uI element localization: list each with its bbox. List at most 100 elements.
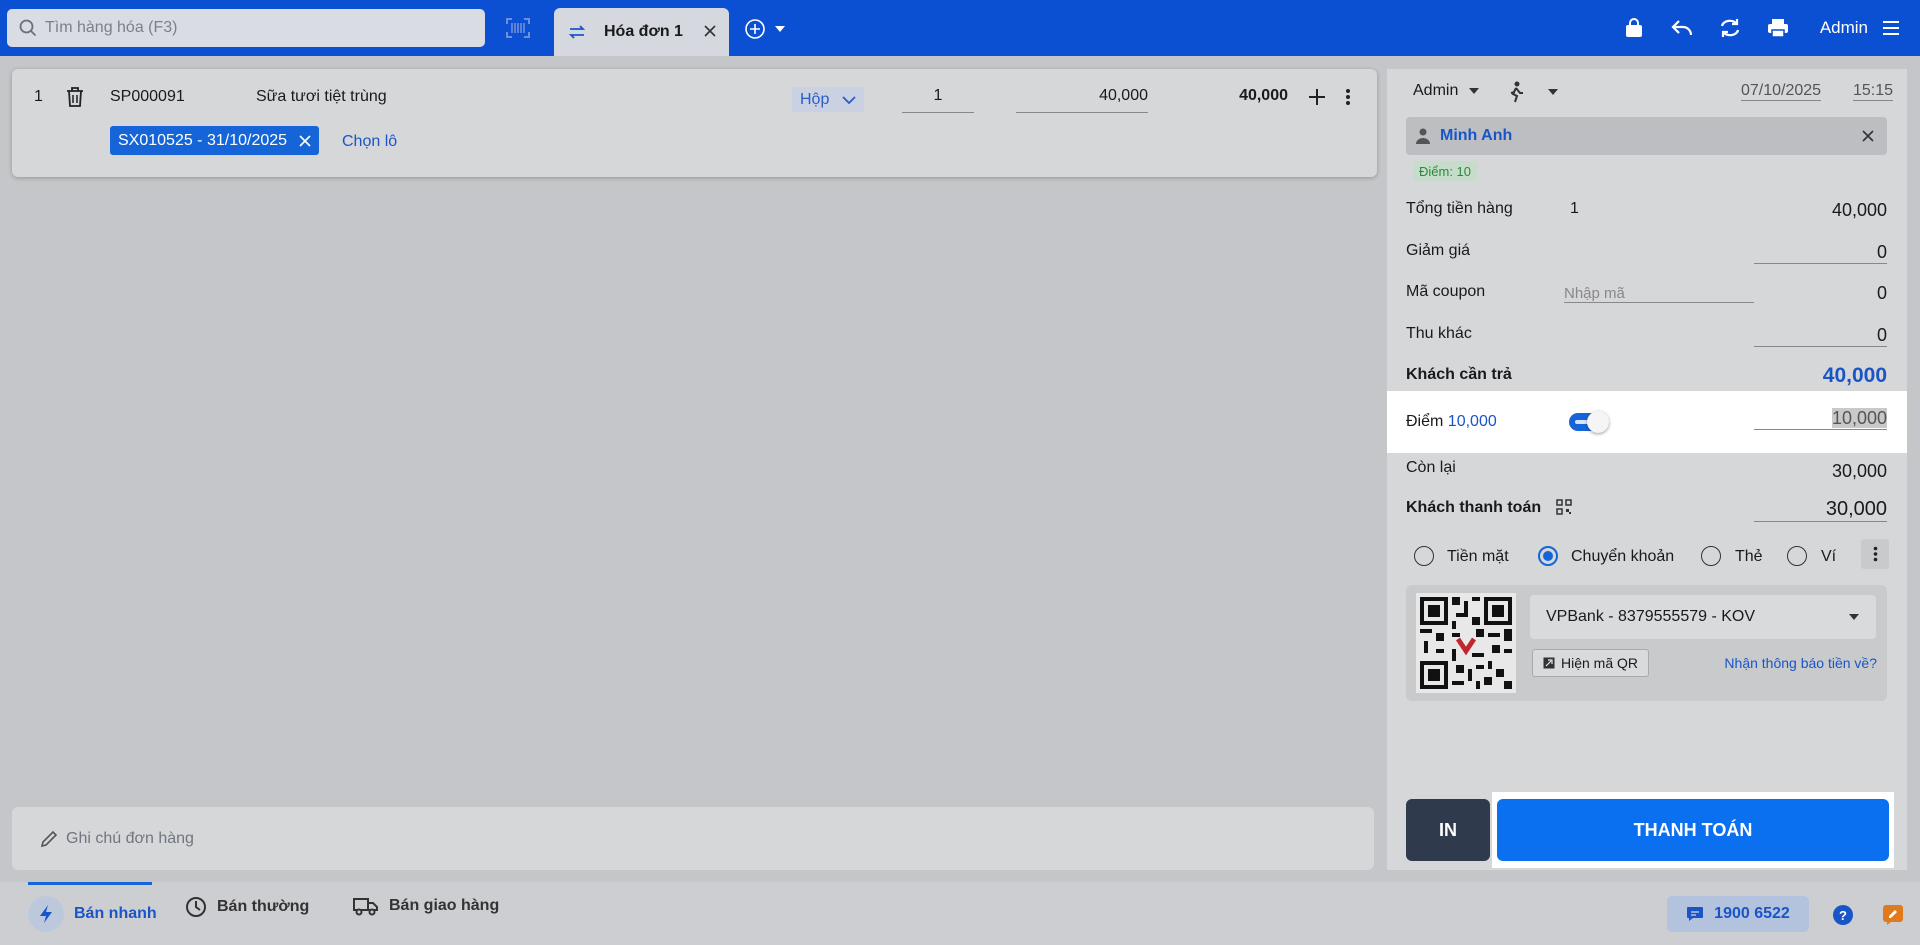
total-goods-count: 1: [1570, 200, 1579, 217]
truck-icon: [353, 898, 378, 916]
order-date[interactable]: 07/10/2025: [1741, 82, 1822, 101]
to-pay-row: Khách cần trả 40,000: [1406, 364, 1887, 387]
chevron-down-icon: [842, 95, 856, 104]
total-goods-row: Tổng tiền hàng 1 40,000: [1406, 200, 1887, 220]
caret-down-icon[interactable]: [1547, 88, 1559, 96]
undo-icon[interactable]: [1658, 0, 1706, 56]
menu-icon[interactable]: [1882, 20, 1900, 36]
quantity-input[interactable]: 1: [902, 87, 974, 113]
customer-name[interactable]: Minh Anh: [1440, 127, 1512, 145]
other-fee-row: Thu khác 0: [1406, 325, 1887, 347]
show-qr-button[interactable]: Hiện mã QR: [1532, 649, 1650, 677]
chat-icon: [1687, 907, 1704, 921]
expand-icon: [1543, 657, 1555, 669]
walking-person-icon[interactable]: [1507, 81, 1525, 103]
payment-notify-link[interactable]: Nhận thông báo tiền về?: [1724, 655, 1877, 671]
svg-text:?: ?: [1839, 908, 1847, 923]
caret-down-icon[interactable]: [774, 25, 786, 33]
points-toggle[interactable]: [1569, 411, 1609, 433]
lot-tag: SX010525 - 31/10/2025: [110, 126, 320, 155]
method-transfer[interactable]: Chuyển khoản: [1571, 548, 1674, 566]
points-redeem-row: Điểm 10,000 10,000: [1387, 391, 1907, 453]
printer-icon[interactable]: [1754, 0, 1802, 56]
bag-icon[interactable]: [1610, 0, 1658, 56]
trash-icon[interactable]: [66, 87, 84, 107]
feedback-icon[interactable]: [1882, 904, 1904, 926]
discount-row: Giảm giá 0: [1406, 242, 1887, 264]
checkout-panel: Admin 07/10/2025 15:15 Minh Anh Điểm: 10…: [1387, 69, 1907, 870]
order-note-input[interactable]: Ghi chú đơn hàng: [66, 830, 194, 848]
method-wallet[interactable]: Ví: [1821, 548, 1836, 566]
add-tab-button[interactable]: [744, 18, 786, 40]
qr-code-icon[interactable]: [1556, 499, 1572, 515]
remaining-row: Còn lại 30,000: [1406, 459, 1887, 481]
item-name[interactable]: Sữa tươi tiệt trùng: [256, 88, 387, 106]
close-icon[interactable]: [703, 24, 717, 38]
item-index: 1: [34, 88, 43, 105]
method-card[interactable]: Thẻ: [1735, 548, 1763, 566]
more-methods-button[interactable]: [1861, 539, 1889, 569]
bank-account-select[interactable]: VPBank - 8379555579 - KOV: [1530, 595, 1876, 639]
more-vertical-icon[interactable]: [1345, 88, 1351, 106]
search-input[interactable]: Tìm hàng hóa (F3): [45, 19, 178, 37]
print-button[interactable]: IN: [1406, 799, 1490, 861]
barcode-icon[interactable]: [500, 14, 536, 42]
active-mode-indicator: [28, 882, 152, 885]
top-bar: Tìm hàng hóa (F3) Hóa đơn 1 Admin: [0, 0, 1920, 56]
seller-select[interactable]: Admin: [1413, 82, 1480, 100]
order-time[interactable]: 15:15: [1853, 82, 1894, 101]
lightning-icon: [40, 905, 52, 923]
search-icon: [19, 19, 37, 37]
user-name[interactable]: Admin: [1820, 18, 1868, 38]
qr-image[interactable]: [1416, 593, 1516, 693]
bank-transfer-box: VPBank - 8379555579 - KOV Hiện mã QR Nhậ…: [1406, 585, 1887, 701]
cart-item: 1 SP000091 Sữa tươi tiệt trùng Hộp 1 40,…: [12, 69, 1377, 177]
hotline-button[interactable]: 1900 6522: [1667, 896, 1809, 932]
customer-pay-input[interactable]: 30,000: [1754, 498, 1887, 522]
mode-normal-sale[interactable]: Bán thường: [185, 896, 309, 918]
caret-down-icon: [1469, 88, 1480, 94]
close-icon[interactable]: [1861, 129, 1875, 143]
radio-cash[interactable]: [1414, 546, 1434, 566]
product-search[interactable]: Tìm hàng hóa (F3): [7, 9, 485, 47]
method-cash[interactable]: Tiền mặt: [1447, 548, 1509, 566]
mode-delivery-sale[interactable]: Bán giao hàng: [353, 896, 499, 916]
help-icon[interactable]: ?: [1832, 904, 1854, 926]
discount-input[interactable]: 0: [1754, 242, 1887, 264]
person-icon: [1416, 128, 1430, 144]
radio-transfer[interactable]: [1538, 546, 1558, 566]
total-goods-value: 40,000: [1831, 200, 1887, 220]
points-input[interactable]: 10,000: [1754, 408, 1887, 430]
radio-wallet[interactable]: [1787, 546, 1807, 566]
tab-invoice-1[interactable]: Hóa đơn 1: [554, 8, 729, 56]
mode-quick-sale[interactable]: Bán nhanh: [28, 896, 157, 932]
coupon-row: Mã coupon Nhập mã 0: [1406, 283, 1887, 303]
points-badge: Điểm: 10: [1413, 161, 1478, 181]
remove-lot-icon[interactable]: [299, 134, 311, 147]
plus-icon[interactable]: [1308, 88, 1326, 106]
pay-button[interactable]: THANH TOÁN: [1497, 799, 1889, 861]
choose-lot-link[interactable]: Chọn lô: [342, 133, 397, 151]
clock-icon: [186, 897, 206, 917]
unit-select[interactable]: Hộp: [792, 87, 864, 112]
customer-chip[interactable]: Minh Anh: [1406, 117, 1887, 155]
coupon-value: 0: [1876, 283, 1887, 303]
remaining-value: 30,000: [1831, 461, 1887, 481]
order-note[interactable]: Ghi chú đơn hàng: [12, 807, 1374, 870]
pencil-icon: [40, 830, 58, 847]
bottom-bar: Bán nhanh Bán thường Bán giao hàng 1900 …: [0, 882, 1920, 945]
to-pay-value: 40,000: [1822, 364, 1887, 387]
price-input[interactable]: 40,000: [1016, 87, 1148, 113]
top-actions: Admin: [1610, 0, 1920, 56]
radio-card[interactable]: [1701, 546, 1721, 566]
points-label: Điểm 10,000: [1406, 413, 1497, 430]
tab-label: Hóa đơn 1: [604, 23, 683, 40]
sync-icon[interactable]: [1706, 0, 1754, 56]
plus-circle-icon: [745, 19, 765, 39]
item-code: SP000091: [110, 88, 185, 105]
customer-pay-row: Khách thanh toán 30,000: [1406, 498, 1887, 522]
swap-icon: [568, 25, 586, 39]
coupon-input[interactable]: Nhập mã: [1564, 285, 1754, 303]
item-total: 40,000: [1239, 87, 1288, 104]
other-fee-input[interactable]: 0: [1754, 325, 1887, 347]
